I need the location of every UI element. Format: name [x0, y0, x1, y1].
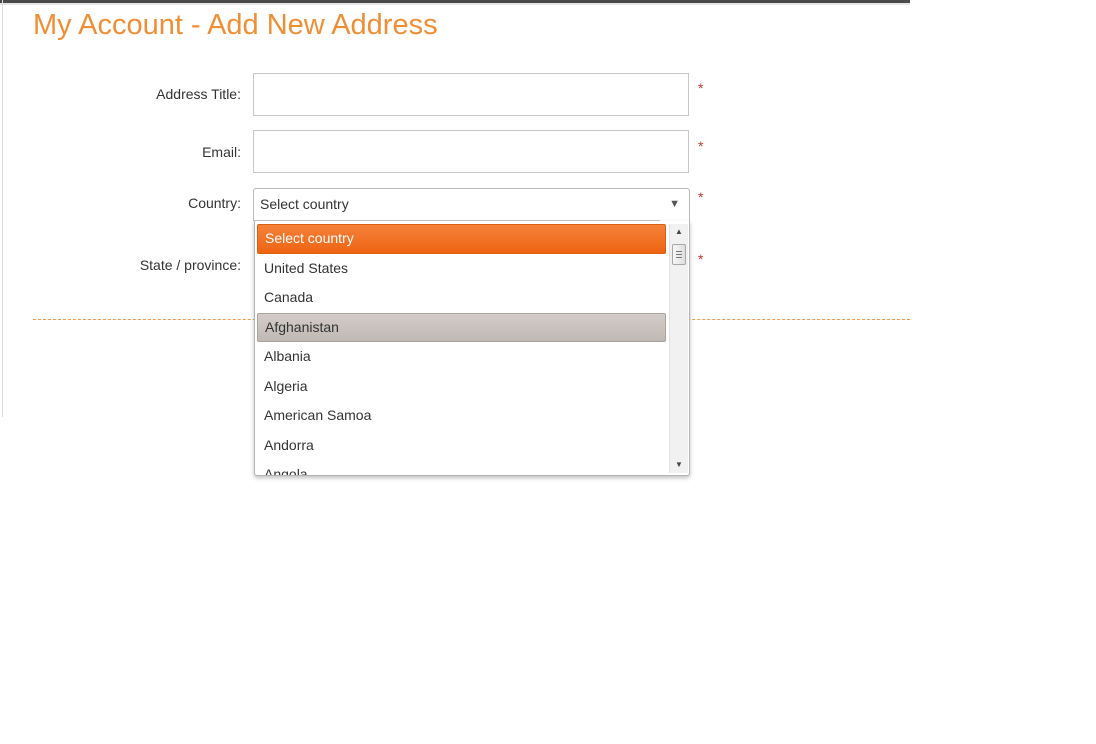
country-dropdown-list[interactable]: Select country United States Canada Afgh…	[254, 221, 690, 476]
country-option[interactable]: United States	[257, 254, 666, 284]
country-required-mark: *	[698, 189, 704, 205]
top-bar-shadow	[0, 3, 910, 5]
country-option[interactable]: Algeria	[257, 372, 666, 402]
grip-line	[676, 254, 682, 255]
country-option[interactable]: Andorra	[257, 431, 666, 461]
left-border	[2, 0, 3, 417]
country-select[interactable]: Select country ▼	[253, 188, 690, 221]
email-required-mark: *	[698, 138, 704, 154]
page-title: My Account - Add New Address	[33, 9, 438, 41]
state-label: State / province:	[139, 257, 241, 273]
state-required-mark: *	[698, 251, 704, 267]
triangle-down-icon[interactable]: ▼	[669, 198, 680, 210]
address-title-input[interactable]	[253, 73, 689, 116]
grip-line	[676, 251, 682, 252]
address-title-label: Address Title:	[156, 86, 241, 102]
address-title-required-mark: *	[698, 80, 704, 96]
email-label: Email:	[202, 144, 241, 160]
country-option[interactable]: Select country	[257, 224, 666, 254]
country-option[interactable]: Afghanistan	[257, 312, 666, 342]
scroll-thumb[interactable]	[672, 244, 686, 265]
country-option[interactable]: Angola	[257, 460, 666, 475]
country-label: Country:	[188, 195, 241, 211]
country-option[interactable]: Canada	[257, 283, 666, 313]
grip-line	[676, 257, 682, 258]
country-option[interactable]: Albania	[257, 342, 666, 372]
scroll-up-arrow-icon[interactable]: ▲	[670, 224, 688, 240]
country-select-value: Select country	[260, 196, 349, 212]
email-input[interactable]	[253, 130, 689, 173]
country-options: Select country United States Canada Afgh…	[257, 224, 666, 475]
scroll-down-arrow-icon[interactable]: ▼	[670, 457, 688, 473]
dropdown-scrollbar[interactable]: ▲ ▼	[669, 224, 688, 473]
country-option[interactable]: American Samoa	[257, 401, 666, 431]
